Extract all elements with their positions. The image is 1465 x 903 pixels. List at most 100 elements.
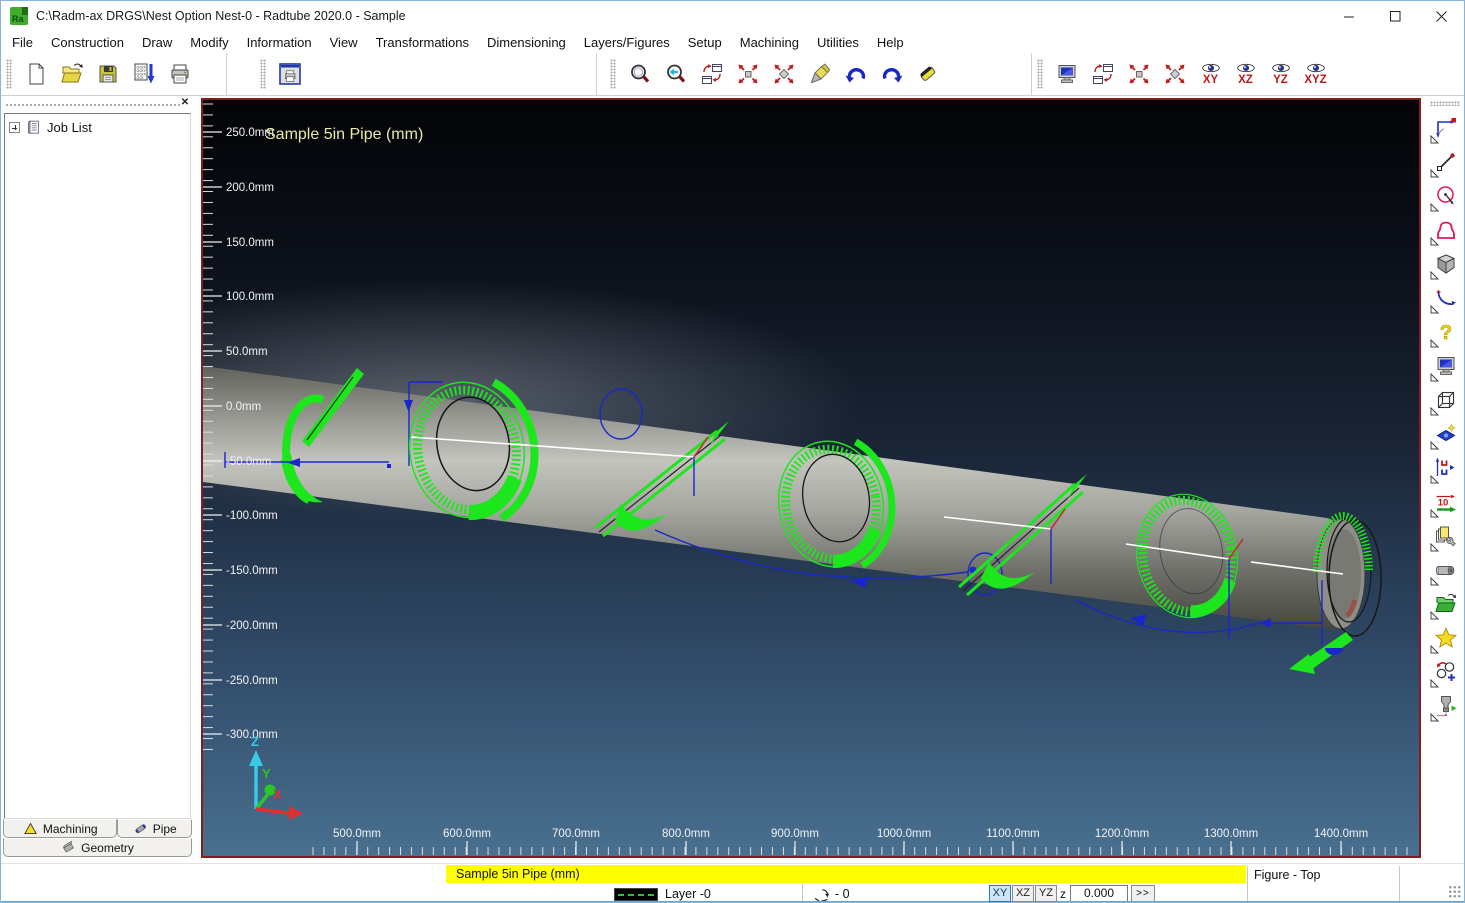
favorites-button[interactable]: [1430, 622, 1462, 654]
z-value-input[interactable]: 0.000: [1070, 885, 1128, 902]
ruler-label: -250.0mm: [226, 675, 278, 687]
flyout-triangle-icon: [1430, 543, 1439, 552]
menu-layers-figures[interactable]: Layers/Figures: [575, 33, 679, 52]
view-yz-button[interactable]: YZ: [1263, 54, 1298, 94]
auto-dimension-button[interactable]: 10: [1430, 486, 1462, 518]
render-button[interactable]: [1430, 350, 1462, 382]
machining-simulation-button[interactable]: [1430, 690, 1462, 722]
geometry-icon: [61, 840, 76, 855]
import-geometry-button[interactable]: [1430, 588, 1462, 620]
open-file-button[interactable]: [54, 54, 90, 94]
menu-information[interactable]: Information: [238, 33, 321, 52]
new-file-button[interactable]: [18, 54, 54, 94]
view-xz-button[interactable]: XZ: [1228, 54, 1263, 94]
redo-button[interactable]: [874, 54, 910, 94]
plane-xz-button[interactable]: XZ: [1012, 885, 1034, 902]
status-bar: Sample 5in Pipe (mm) Figure - Top Layer …: [1, 863, 1464, 903]
window-arrange-2-button[interactable]: [1085, 54, 1121, 94]
window-arrange-button[interactable]: [694, 54, 730, 94]
resize-grip[interactable]: [1448, 885, 1461, 898]
view-xyz-button[interactable]: XYZ: [1298, 54, 1333, 94]
more-button[interactable]: >>: [1131, 885, 1155, 902]
ruler-label: -150.0mm: [226, 565, 278, 577]
status-message: Sample 5in Pipe (mm): [446, 865, 1246, 883]
toolbar-gripper[interactable]: [1037, 59, 1043, 89]
svg-text:GO!: GO!: [137, 76, 144, 80]
menu-view[interactable]: View: [321, 33, 367, 52]
solid-view-button[interactable]: [1430, 248, 1462, 280]
sidebar-tabs-row1: Machining Pipe: [3, 819, 192, 838]
menu-setup[interactable]: Setup: [679, 33, 731, 52]
nesting-button[interactable]: [1430, 452, 1462, 484]
menu-file[interactable]: File: [3, 33, 42, 52]
tab-machining[interactable]: Machining: [3, 819, 117, 838]
toolbar-gripper[interactable]: [610, 59, 616, 89]
warning-triangle-icon: [23, 821, 38, 836]
layer-swatch[interactable]: [614, 888, 658, 901]
menu-transformations[interactable]: Transformations: [367, 33, 478, 52]
minimize-button[interactable]: [1326, 1, 1372, 31]
menu-utilities[interactable]: Utilities: [808, 33, 868, 52]
viewport-canvas[interactable]: 250.0mm200.0mm150.0mm100.0mm50.0mm0.0mm-…: [201, 98, 1421, 858]
application-window: Ra C:\Radm-ax DRGS\Nest Option Nest-0 - …: [0, 0, 1465, 903]
tab-geometry[interactable]: Geometry: [3, 838, 192, 857]
erase-button[interactable]: [910, 54, 946, 94]
plane-xy-button[interactable]: XY: [989, 885, 1011, 902]
flyout-triangle-icon: [1430, 577, 1439, 586]
add-geometry-button[interactable]: [1430, 656, 1462, 688]
panel-close-icon[interactable]: ✕: [179, 97, 191, 109]
circle-tool-button[interactable]: [1430, 180, 1462, 212]
svg-text:10: 10: [1437, 498, 1448, 509]
viewport-title: Sample 5in Pipe (mm): [265, 126, 423, 143]
viewpoint-button[interactable]: [1430, 418, 1462, 450]
toolbar-gripper[interactable]: [6, 59, 12, 89]
undo-button[interactable]: [838, 54, 874, 94]
zoom-extents-2-button[interactable]: [1121, 54, 1157, 94]
maximize-button[interactable]: [1372, 1, 1418, 31]
tile-windows-icon: [1091, 62, 1115, 86]
dimension-tool-button[interactable]: [1430, 112, 1462, 144]
wireframe-view-button[interactable]: [1430, 384, 1462, 416]
zoom-selected-button[interactable]: [766, 54, 802, 94]
svg-text:?: ?: [1439, 322, 1451, 344]
slot-tool-button[interactable]: [1430, 214, 1462, 246]
save-button[interactable]: [90, 54, 126, 94]
menu-draw[interactable]: Draw: [133, 33, 181, 52]
nc-output-button[interactable]: GOIXGOIYGOIXGO!: [126, 54, 162, 94]
view-xy-button[interactable]: XY: [1193, 54, 1228, 94]
menu-dimensioning[interactable]: Dimensioning: [478, 33, 575, 52]
toolbar-gripper[interactable]: [260, 59, 266, 89]
panel-gripper[interactable]: [5, 103, 180, 108]
eye-icon: [1304, 62, 1328, 74]
help-button[interactable]: ?: [1430, 316, 1462, 348]
job-settings-button[interactable]: [1430, 520, 1462, 552]
arc-tool-button[interactable]: [1430, 282, 1462, 314]
job-list-node[interactable]: Job List: [5, 114, 190, 141]
render-view-button[interactable]: [1049, 54, 1085, 94]
pipe-tool-button[interactable]: [1430, 554, 1462, 586]
print-button[interactable]: [162, 54, 198, 94]
close-button[interactable]: [1418, 1, 1464, 31]
tree-expand-icon[interactable]: [9, 122, 20, 133]
line-tool-button[interactable]: [1430, 146, 1462, 178]
right-toolbar-gripper[interactable]: [1430, 101, 1460, 106]
menu-help[interactable]: Help: [868, 33, 913, 52]
zoom-button[interactable]: [622, 54, 658, 94]
ruler-label: 900.0mm: [771, 828, 819, 840]
menu-modify[interactable]: Modify: [181, 33, 237, 52]
print-preview-button[interactable]: [272, 54, 308, 94]
view-xz-button-label: XZ: [1238, 75, 1253, 86]
menu-machining[interactable]: Machining: [731, 33, 808, 52]
view-xy-button-label: XY: [1203, 75, 1218, 86]
zoom-previous-button[interactable]: [658, 54, 694, 94]
maximize-icon: [1390, 11, 1401, 22]
plane-yz-button[interactable]: YZ: [1035, 885, 1057, 902]
zoom-extents-button[interactable]: [730, 54, 766, 94]
redraw-button[interactable]: [802, 54, 838, 94]
view-toolbar: XY XZ YZXYZ: [1031, 53, 1464, 95]
zoom-selected-2-button[interactable]: [1157, 54, 1193, 94]
ruler-label: 1300.0mm: [1204, 828, 1258, 840]
menu-construction[interactable]: Construction: [42, 33, 133, 52]
tab-pipe[interactable]: Pipe: [117, 819, 192, 838]
tab-machining-label: Machining: [43, 822, 98, 836]
